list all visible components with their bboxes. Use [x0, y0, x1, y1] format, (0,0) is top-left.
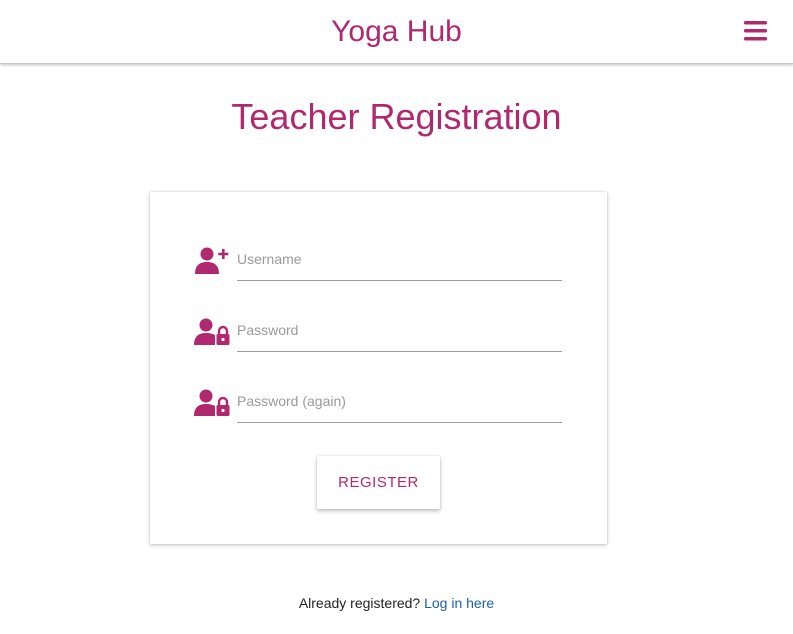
already-registered-text: Already registered? [298, 595, 421, 611]
password-input[interactable] [237, 309, 562, 352]
user-plus-icon [194, 246, 230, 276]
password-again-input[interactable] [237, 380, 562, 423]
page-title: Teacher Registration [231, 96, 562, 137]
username-field-row [194, 238, 562, 284]
login-prompt: Already registered? Log in here [0, 594, 793, 612]
user-lock-icon [194, 388, 230, 418]
password-again-field-row [194, 380, 562, 426]
username-input[interactable] [237, 238, 562, 281]
user-lock-icon [194, 317, 230, 347]
registration-card: REGISTER [150, 192, 607, 544]
password-field-row [194, 309, 562, 355]
register-button[interactable]: REGISTER [317, 456, 440, 509]
hamburger-menu-icon[interactable] [744, 20, 767, 42]
login-link[interactable]: Log in here [424, 595, 494, 611]
top-navbar: Yoga Hub [0, 0, 793, 64]
brand-title[interactable]: Yoga Hub [0, 14, 793, 50]
